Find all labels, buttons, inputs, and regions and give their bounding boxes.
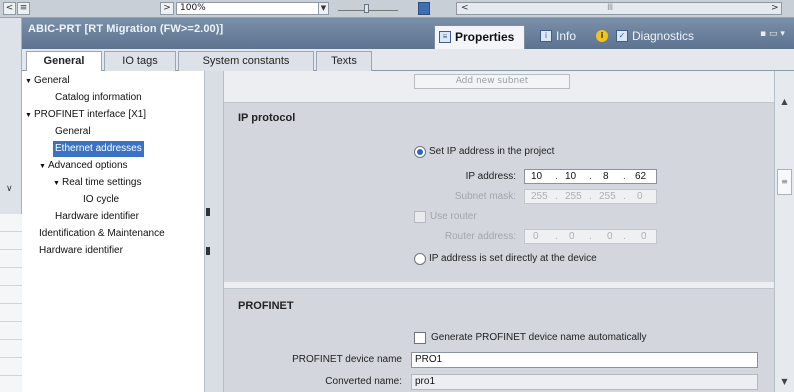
caret-down-icon[interactable]: ▼ — [25, 108, 34, 124]
tab-diagnostics-label: Diagnostics — [632, 29, 695, 43]
ip-address-field[interactable]: 10 . 10 . 8 . 62 — [524, 169, 657, 184]
ip-direct-label: IP address is set directly at the device — [429, 253, 597, 264]
sub-tab-row: General IO tags System constants Texts — [22, 49, 794, 72]
converted-name-label: Converted name: — [325, 376, 402, 387]
vertical-scrollbar[interactable]: ▲ ≡ ▼ — [774, 71, 794, 392]
caret-down-icon[interactable]: ▼ — [39, 159, 48, 175]
ip-direct-radio[interactable] — [414, 253, 426, 265]
tab-diagnostics[interactable]: ✓ Diagnostics — [612, 25, 712, 49]
properties-icon: ≡ — [439, 31, 451, 43]
scroll-left-icon[interactable]: < — [461, 3, 469, 14]
device-name-input[interactable]: PRO1 — [411, 352, 758, 368]
use-router-label: Use router — [430, 211, 477, 222]
splitter-grip-icon[interactable] — [206, 247, 210, 255]
device-name-label: PROFINET device name — [292, 354, 402, 365]
tree-item-advanced-options[interactable]: ▼ Advanced options — [39, 158, 128, 174]
window-title: ABIC-PRT [RT Migration (FW>=2.00)] — [28, 23, 224, 35]
tab-properties[interactable]: ≡ Properties — [434, 25, 525, 49]
generate-name-label: Generate PROFINET device name automatica… — [431, 332, 647, 343]
tree-item-profinet-interface[interactable]: ▼ PROFINET interface [X1] — [25, 107, 146, 123]
scroll-down-icon[interactable]: ▼ — [778, 376, 791, 387]
tab-general[interactable]: General — [26, 51, 102, 72]
scroll-up-icon[interactable]: ▲ — [778, 96, 791, 107]
subnet-mask-field[interactable]: 255 . 255 . 255 . 0 — [524, 189, 657, 204]
tab-system-constants[interactable]: System constants — [178, 51, 314, 71]
tree-item-io-cycle[interactable]: IO cycle — [83, 192, 119, 208]
tab-properties-label: Properties — [455, 30, 515, 44]
top-toolbar: < ≡ > 100% ▼ < Ⅲ > — [0, 0, 794, 18]
editor-left-strip: ∨ — [0, 18, 22, 392]
profinet-title: PROFINET — [238, 300, 294, 312]
inspector-window: ABIC-PRT [RT Migration (FW>=2.00)] ≡ Pro… — [22, 18, 794, 392]
list-icon[interactable]: ≡ — [17, 2, 30, 15]
set-ip-label: Set IP address in the project — [429, 146, 555, 157]
caret-down-icon[interactable]: ▼ — [53, 176, 62, 192]
title-bar: ABIC-PRT [RT Migration (FW>=2.00)] ≡ Pro… — [22, 18, 794, 49]
zoom-slider[interactable] — [338, 3, 398, 14]
zoom-value: 100% — [180, 3, 206, 13]
zoom-select[interactable]: 100% — [176, 2, 328, 15]
tree-item-hardware-identifier-interface[interactable]: Hardware identifier — [55, 209, 139, 225]
scroll-grip-icon[interactable]: Ⅲ — [607, 3, 613, 14]
scroll-thumb[interactable]: ≡ — [777, 169, 792, 195]
ip-protocol-section: IP protocol Set IP address in the projec… — [224, 102, 774, 282]
arrow-right-icon[interactable]: > — [160, 2, 174, 15]
use-router-checkbox[interactable] — [414, 211, 426, 223]
fit-page-icon[interactable] — [418, 2, 430, 15]
tree-item-identification-maintenance[interactable]: Identification & Maintenance — [39, 226, 165, 242]
router-address-field[interactable]: 0 . 0 . 0 . 0 — [524, 229, 657, 244]
editor-rows — [0, 214, 22, 392]
window-controls-icon[interactable]: ▪ ▭ ▾ — [760, 29, 790, 39]
info-icon: i — [540, 30, 552, 42]
tree-item-general[interactable]: ▼ General — [25, 73, 70, 89]
properties-content: Add new subnet IP protocol Set IP addres… — [224, 71, 774, 392]
router-address-label: Router address: — [444, 231, 516, 242]
ip-address-label: IP address: — [465, 171, 516, 182]
navigation-tree: ▼ General Catalog information ▼ PROFINET i… — [22, 71, 204, 392]
splitter-grip-icon[interactable] — [206, 208, 210, 216]
tree-item-catalog-information[interactable]: Catalog information — [55, 90, 142, 106]
chevron-down-icon[interactable]: ▼ — [318, 2, 329, 15]
generate-name-checkbox[interactable] — [414, 332, 426, 344]
arrow-left-icon[interactable]: < — [3, 2, 16, 15]
tree-item-interface-general[interactable]: General — [55, 124, 91, 140]
tab-info-label: Info — [556, 29, 577, 43]
slider-thumb[interactable] — [364, 4, 369, 13]
horizontal-scrollbar[interactable]: < Ⅲ > — [456, 2, 782, 15]
chevron-down-icon[interactable]: ∨ — [6, 184, 13, 194]
scroll-right-icon[interactable]: > — [771, 3, 779, 14]
tree-item-hardware-identifier[interactable]: Hardware identifier — [39, 243, 123, 259]
set-ip-radio[interactable] — [414, 146, 426, 158]
tab-info[interactable]: i Info — [536, 25, 594, 49]
subnet-mask-label: Subnet mask: — [454, 191, 516, 202]
diagnostics-icon: ✓ — [616, 30, 628, 42]
tree-splitter[interactable] — [204, 71, 224, 392]
tree-item-ethernet-addresses[interactable]: Ethernet addresses — [53, 141, 144, 157]
tab-io-tags[interactable]: IO tags — [104, 51, 176, 71]
caret-down-icon[interactable]: ▼ — [25, 74, 34, 90]
warning-icon: i — [596, 30, 608, 42]
ip-protocol-title: IP protocol — [238, 112, 296, 124]
tab-texts[interactable]: Texts — [316, 51, 372, 71]
converted-name-field: pro1 — [411, 374, 758, 390]
tree-item-real-time-settings[interactable]: ▼ Real time settings — [53, 175, 141, 191]
profinet-section: PROFINET Generate PROFINET device name a… — [224, 288, 774, 392]
add-new-subnet-button[interactable]: Add new subnet — [414, 74, 570, 89]
